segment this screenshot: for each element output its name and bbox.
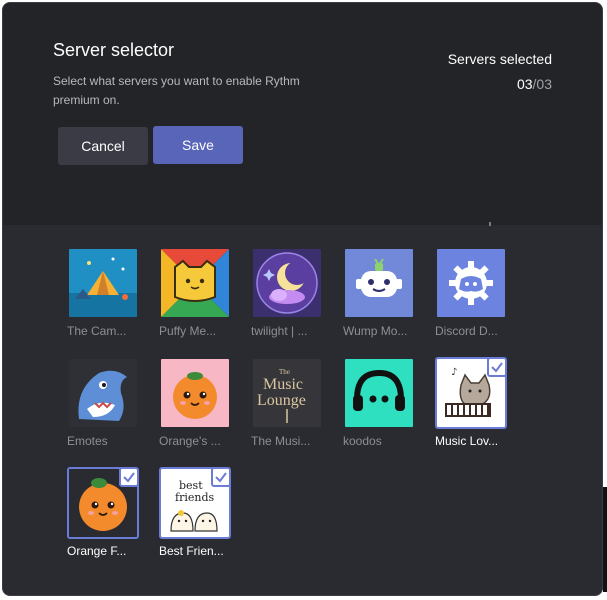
- server-tile[interactable]: The Cam...: [67, 247, 139, 338]
- orange-face-icon: [67, 467, 139, 539]
- yellow-cat-icon: [159, 247, 231, 319]
- modal-header: Server selector Select what servers you …: [3, 3, 602, 225]
- shark-icon: [67, 357, 139, 429]
- server-tile-selected[interactable]: best friends Best Frien...: [159, 467, 231, 558]
- save-button[interactable]: Save: [153, 126, 243, 164]
- cancel-button[interactable]: Cancel: [58, 127, 148, 165]
- server-tile[interactable]: koodos: [343, 357, 415, 448]
- window-edge: [603, 487, 607, 592]
- server-tile[interactable]: Discord D...: [435, 247, 507, 338]
- selected-count-total: /03: [532, 76, 552, 92]
- server-name: The Musi...: [251, 434, 311, 448]
- server-name: Discord D...: [435, 324, 498, 338]
- modal-title: Server selector: [53, 40, 175, 60]
- server-tile[interactable]: Emotes: [67, 357, 139, 448]
- best-friends-icon: best friends: [159, 467, 231, 539]
- music-lounge-logo: The Music Lounge: [251, 357, 323, 429]
- server-tile-selected[interactable]: Orange F...: [67, 467, 139, 558]
- server-tile[interactable]: Puffy Me...: [159, 247, 231, 338]
- moon-cloud-icon: [251, 247, 323, 319]
- camping-tent-icon: [67, 247, 139, 319]
- selected-count-value: 03: [516, 76, 533, 92]
- server-name: The Cam...: [67, 324, 127, 338]
- server-name: Puffy Me...: [159, 324, 217, 338]
- server-name: Wump Mo...: [343, 324, 408, 338]
- server-name: koodos: [343, 434, 382, 448]
- server-name: Emotes: [67, 434, 108, 448]
- piano-cat-icon: ♪: [435, 357, 507, 429]
- server-name: twilight | ...: [251, 324, 308, 338]
- server-tile[interactable]: The Music Lounge The Musi...: [251, 357, 323, 448]
- svg-text:♪: ♪: [451, 367, 457, 378]
- music-lounge-text-3: Lounge: [257, 392, 306, 409]
- best-friends-text-2: friends: [175, 491, 214, 504]
- checkmark-icon[interactable]: [211, 469, 229, 487]
- checkmark-icon[interactable]: [487, 359, 505, 377]
- modal-description: Select what servers you want to enable R…: [53, 74, 300, 107]
- server-tile[interactable]: Wump Mo...: [343, 247, 415, 338]
- checkmark-icon[interactable]: [119, 469, 137, 487]
- server-name: Orange's ...: [159, 434, 221, 448]
- server-name: Music Lov...: [435, 434, 499, 448]
- server-grid[interactable]: The Cam... Puffy Me... twilight | ... Wu…: [3, 222, 602, 595]
- discord-logo-icon: [435, 247, 507, 319]
- server-tile[interactable]: twilight | ...: [251, 247, 323, 338]
- music-lounge-text-2: Music: [263, 376, 303, 393]
- servers-selected-count: 03/03: [517, 76, 552, 92]
- headphones-icon: [343, 357, 415, 429]
- server-name: Orange F...: [67, 544, 127, 558]
- scrollbar-indicator[interactable]: [489, 222, 491, 226]
- server-selector-modal: Server selector Select what servers you …: [2, 2, 603, 596]
- servers-selected-label: Servers selected: [447, 51, 552, 67]
- wumpus-robot-icon: [343, 247, 415, 319]
- server-tile[interactable]: Orange's ...: [159, 357, 231, 448]
- server-name: Best Frien...: [159, 544, 224, 558]
- music-lounge-text-1: The: [279, 368, 290, 376]
- server-tile-selected[interactable]: ♪ Music Lov...: [435, 357, 507, 448]
- orange-face-icon: [159, 357, 231, 429]
